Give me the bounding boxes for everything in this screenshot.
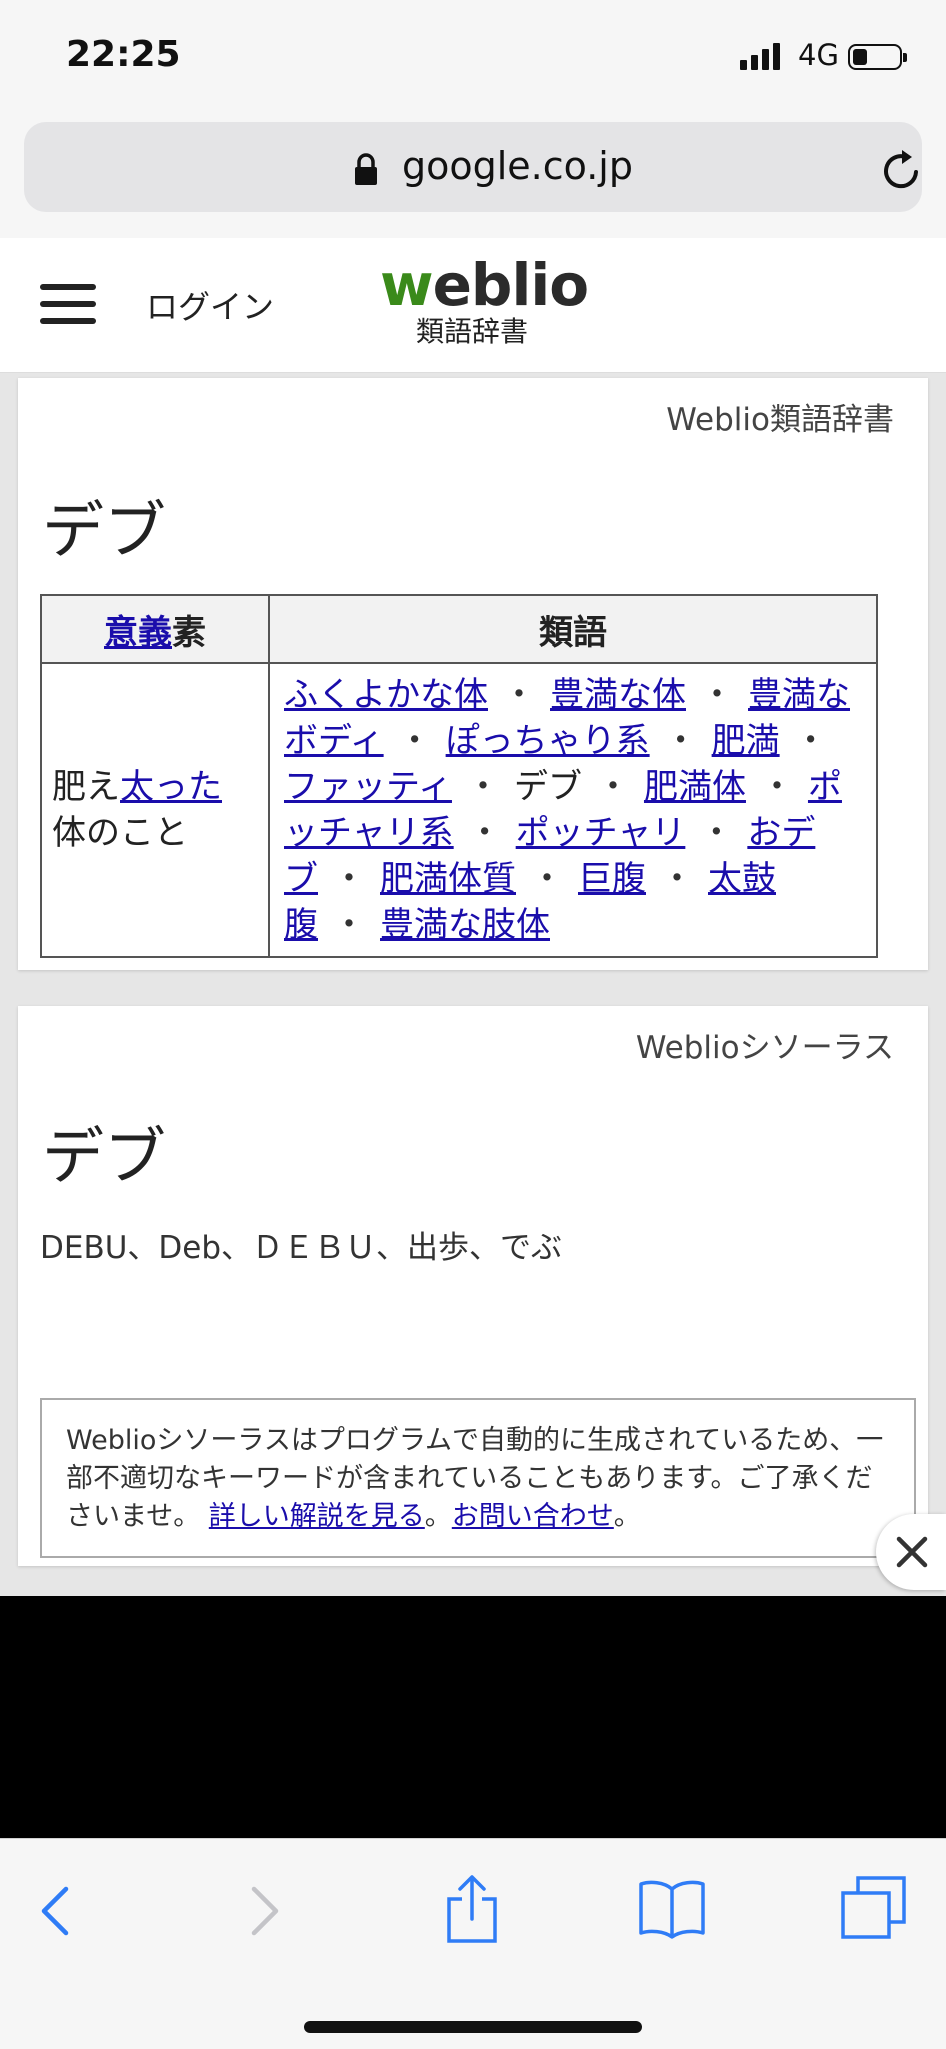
home-indicator [304,2021,642,2033]
login-link[interactable]: ログイン [146,282,274,328]
synonym-separator: ・ [700,675,734,715]
col-header-meaning: 意義素 [40,594,270,664]
details-link[interactable]: 詳しい解説を見る [209,1501,425,1532]
synonym-item[interactable]: ポッチャリ [516,813,686,853]
logo-rest: eblio [432,251,589,319]
share-icon[interactable] [444,1873,500,1945]
headword: デブ [42,494,167,567]
synonym-item[interactable]: 肥満 [712,721,780,761]
browser-address-bar: google.co.jp [0,116,946,239]
synonym-item: デブ [513,767,582,807]
tabs-icon[interactable] [840,1875,908,1941]
disclaimer-end: 。 [613,1501,641,1532]
browser-toolbar [0,1838,946,2049]
meaning-header-rest: 素 [172,612,206,653]
ad-banner[interactable] [0,1596,946,1838]
synonym-separator: ・ [595,767,630,807]
close-icon [896,1536,928,1568]
logo-subtitle: 類語辞書 [415,315,528,348]
signal-icon [740,42,780,70]
disclaimer-box: Weblioシソーラスはプログラムで自動的に生成されているため、一部不適切なキー… [40,1398,916,1558]
site-header: ログイン weblio 類語辞書 [0,238,946,373]
synonym-item[interactable]: 豊満な体 [550,675,686,715]
synonym-separator: ・ [663,721,698,761]
synonym-item[interactable]: 肥満体 [644,767,746,807]
forward-icon[interactable] [248,1881,282,1941]
hamburger-icon[interactable] [40,284,96,324]
synonym-item[interactable]: ファッティ [284,767,452,807]
network-type: 4G [798,38,839,72]
synonym-separator: ・ [660,859,694,899]
synonym-separator: ・ [699,813,734,853]
thesaurus-card: Weblio類語辞書 デブ 意義素 類語 肥え太った 体のこと ふくよかな体・豊満… [18,378,928,970]
synonym-item[interactable]: 肥満体質 [380,859,516,899]
weblio-thesaurus-card: Weblioシソーラス デブ DEBU、Deb、ＤＥＢＵ、出歩、でぶ Webli… [18,1006,928,1566]
source-label-2: Weblioシソーラス [635,1030,894,1066]
bookmarks-icon[interactable] [638,1879,706,1939]
synonym-item[interactable]: ぽっちゃり系 [446,721,650,761]
disclaimer-sep: 。 [424,1501,452,1532]
source-label: Weblio類語辞書 [666,402,894,438]
col-header-synonyms: 類語 [268,594,878,664]
synonym-table: 意義素 類語 肥え太った体のこと ふくよかな体・豊満な体・豊満なボディ・ぽっちゃ… [40,594,878,958]
synonym-item[interactable]: 巨腹 [578,859,646,899]
back-icon[interactable] [38,1881,72,1941]
meaning-header-link[interactable]: 意義 [104,613,172,653]
close-ad-button[interactable] [876,1514,946,1590]
status-time: 22:25 [66,34,181,75]
reload-icon[interactable] [880,148,924,192]
synonym-separator: ・ [332,905,366,945]
logo-w: w [380,251,434,319]
meaning-post: 体のこと [52,813,188,853]
synonym-separator: ・ [465,767,500,807]
synonym-separator: ・ [397,721,432,761]
meaning-cell: 肥え太った体のこと [40,662,270,958]
headword-2: デブ [42,1120,167,1193]
synonym-separator: ・ [793,721,828,761]
weblio-logo[interactable]: weblio 類語辞書 [380,256,589,348]
url-text: google.co.jp [402,144,633,188]
meaning-pre: 肥え [52,767,120,807]
lock-icon [355,153,377,185]
synonyms-cell: ふくよかな体・豊満な体・豊満なボディ・ぽっちゃり系・肥満 ・ファッティ・デブ・肥満… [268,662,878,958]
synonym-item[interactable]: 豊満な肢体 [380,905,550,945]
url-field[interactable]: google.co.jp [24,122,922,212]
word-variants: DEBU、Deb、ＤＥＢＵ、出歩、でぶ [40,1230,563,1266]
synonym-separator: ・ [467,813,502,853]
meaning-link[interactable]: 太った [120,767,222,807]
synonym-separator: ・ [530,859,564,899]
status-bar: 22:25 4G [0,0,946,116]
contact-link[interactable]: お問い合わせ [452,1501,614,1532]
synonym-separator: ・ [759,767,794,807]
battery-icon [848,44,907,70]
synonym-separator: ・ [502,675,536,715]
synonym-separator: ・ [332,859,366,899]
synonym-item[interactable]: ふくよかな体 [284,675,488,715]
